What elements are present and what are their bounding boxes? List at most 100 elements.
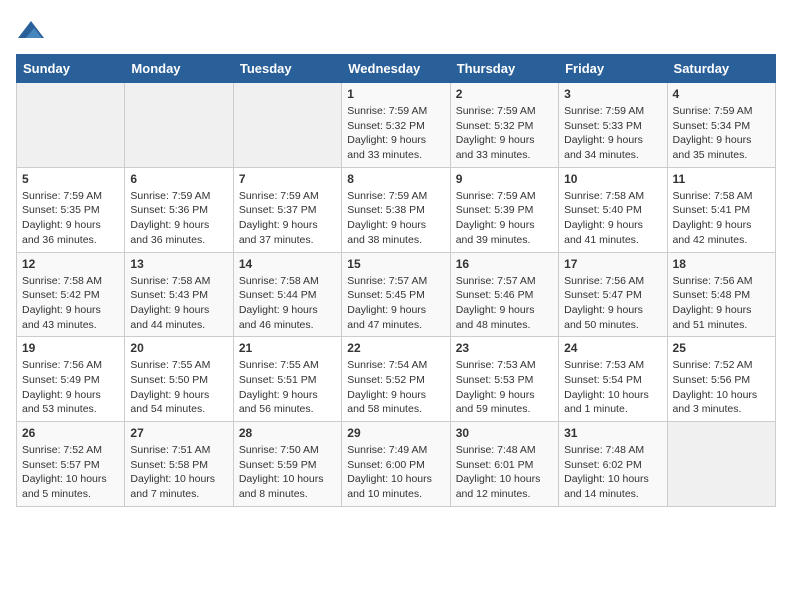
day-number: 24 bbox=[564, 341, 661, 355]
day-number: 23 bbox=[456, 341, 553, 355]
day-info: Sunrise: 7:59 AM Sunset: 5:32 PM Dayligh… bbox=[347, 104, 444, 163]
day-number: 9 bbox=[456, 172, 553, 186]
day-number: 22 bbox=[347, 341, 444, 355]
day-info: Sunrise: 7:56 AM Sunset: 5:49 PM Dayligh… bbox=[22, 358, 119, 417]
calendar-cell: 3Sunrise: 7:59 AM Sunset: 5:33 PM Daylig… bbox=[559, 83, 667, 168]
day-info: Sunrise: 7:59 AM Sunset: 5:32 PM Dayligh… bbox=[456, 104, 553, 163]
calendar-cell: 9 Sunrise: 7:59 AM Sunset: 5:39 PM Daylig… bbox=[450, 167, 558, 252]
day-number: 14 bbox=[239, 257, 336, 271]
calendar-cell bbox=[17, 83, 125, 168]
day-info: Sunrise: 7:59 AM Sunset: 5:37 PM Dayligh… bbox=[239, 189, 336, 248]
day-info: Sunrise: 7:57 AM Sunset: 5:46 PM Dayligh… bbox=[456, 274, 553, 333]
calendar-cell: 27Sunrise: 7:51 AM Sunset: 5:58 PM Dayli… bbox=[125, 422, 233, 507]
day-number: 29 bbox=[347, 426, 444, 440]
calendar-cell: 6 Sunrise: 7:59 AM Sunset: 5:36 PM Daylig… bbox=[125, 167, 233, 252]
calendar-cell: 4Sunrise: 7:59 AM Sunset: 5:34 PM Daylig… bbox=[667, 83, 775, 168]
weekday-header-wednesday: Wednesday bbox=[342, 55, 450, 83]
calendar-cell: 10 Sunrise: 7:58 AM Sunset: 5:40 PM Dayli… bbox=[559, 167, 667, 252]
calendar-cell: 13Sunrise: 7:58 AM Sunset: 5:43 PM Dayli… bbox=[125, 252, 233, 337]
day-number: 19 bbox=[22, 341, 119, 355]
day-number: 2 bbox=[456, 87, 553, 101]
weekday-header-friday: Friday bbox=[559, 55, 667, 83]
day-info: Sunrise: 7:59 AM Sunset: 5:35 PM Dayligh… bbox=[22, 189, 119, 248]
calendar-cell: 19 Sunrise: 7:56 AM Sunset: 5:49 PM Dayli… bbox=[17, 337, 125, 422]
day-info: Sunrise: 7:59 AM Sunset: 5:38 PM Dayligh… bbox=[347, 189, 444, 248]
calendar-cell: 18Sunrise: 7:56 AM Sunset: 5:48 PM Dayli… bbox=[667, 252, 775, 337]
day-info: Sunrise: 7:59 AM Sunset: 5:34 PM Dayligh… bbox=[673, 104, 770, 163]
day-number: 28 bbox=[239, 426, 336, 440]
day-number: 15 bbox=[347, 257, 444, 271]
page-header bbox=[16, 16, 776, 46]
weekday-header-monday: Monday bbox=[125, 55, 233, 83]
calendar-week-3: 12 Sunrise: 7:58 AM Sunset: 5:42 PM Dayli… bbox=[17, 252, 776, 337]
day-info: Sunrise: 7:54 AM Sunset: 5:52 PM Dayligh… bbox=[347, 358, 444, 417]
calendar-cell: 25 Sunrise: 7:52 AM Sunset: 5:56 PM Dayli… bbox=[667, 337, 775, 422]
calendar-cell: 26 Sunrise: 7:52 AM Sunset: 5:57 PM Dayli… bbox=[17, 422, 125, 507]
weekday-header-row: SundayMondayTuesdayWednesdayThursdayFrid… bbox=[17, 55, 776, 83]
calendar-table: SundayMondayTuesdayWednesdayThursdayFrid… bbox=[16, 54, 776, 507]
calendar-cell bbox=[233, 83, 341, 168]
calendar-week-4: 19 Sunrise: 7:56 AM Sunset: 5:49 PM Dayli… bbox=[17, 337, 776, 422]
logo bbox=[16, 16, 50, 46]
calendar-cell: 14 Sunrise: 7:58 AM Sunset: 5:44 PM Dayli… bbox=[233, 252, 341, 337]
calendar-week-2: 5Sunrise: 7:59 AM Sunset: 5:35 PM Daylig… bbox=[17, 167, 776, 252]
calendar-cell: 22 Sunrise: 7:54 AM Sunset: 5:52 PM Dayli… bbox=[342, 337, 450, 422]
day-info: Sunrise: 7:59 AM Sunset: 5:36 PM Dayligh… bbox=[130, 189, 227, 248]
day-info: Sunrise: 7:50 AM Sunset: 5:59 PM Dayligh… bbox=[239, 443, 336, 502]
calendar-cell: 20Sunrise: 7:55 AM Sunset: 5:50 PM Dayli… bbox=[125, 337, 233, 422]
calendar-cell: 24 Sunrise: 7:53 AM Sunset: 5:54 PM Dayli… bbox=[559, 337, 667, 422]
weekday-header-tuesday: Tuesday bbox=[233, 55, 341, 83]
day-info: Sunrise: 7:59 AM Sunset: 5:39 PM Dayligh… bbox=[456, 189, 553, 248]
day-number: 25 bbox=[673, 341, 770, 355]
day-info: Sunrise: 7:56 AM Sunset: 5:47 PM Dayligh… bbox=[564, 274, 661, 333]
day-info: Sunrise: 7:58 AM Sunset: 5:44 PM Dayligh… bbox=[239, 274, 336, 333]
weekday-header-saturday: Saturday bbox=[667, 55, 775, 83]
day-info: Sunrise: 7:58 AM Sunset: 5:41 PM Dayligh… bbox=[673, 189, 770, 248]
calendar-cell: 15 Sunrise: 7:57 AM Sunset: 5:45 PM Dayli… bbox=[342, 252, 450, 337]
day-number: 31 bbox=[564, 426, 661, 440]
day-number: 6 bbox=[130, 172, 227, 186]
calendar-week-5: 26 Sunrise: 7:52 AM Sunset: 5:57 PM Dayli… bbox=[17, 422, 776, 507]
calendar-cell bbox=[125, 83, 233, 168]
calendar-cell: 23 Sunrise: 7:53 AM Sunset: 5:53 PM Dayli… bbox=[450, 337, 558, 422]
day-number: 11 bbox=[673, 172, 770, 186]
day-number: 1 bbox=[347, 87, 444, 101]
day-info: Sunrise: 7:53 AM Sunset: 5:54 PM Dayligh… bbox=[564, 358, 661, 417]
calendar-cell: 11 Sunrise: 7:58 AM Sunset: 5:41 PM Dayli… bbox=[667, 167, 775, 252]
calendar-cell: 12 Sunrise: 7:58 AM Sunset: 5:42 PM Dayli… bbox=[17, 252, 125, 337]
day-number: 30 bbox=[456, 426, 553, 440]
day-number: 3 bbox=[564, 87, 661, 101]
day-info: Sunrise: 7:48 AM Sunset: 6:02 PM Dayligh… bbox=[564, 443, 661, 502]
day-info: Sunrise: 7:58 AM Sunset: 5:42 PM Dayligh… bbox=[22, 274, 119, 333]
calendar-cell: 2 Sunrise: 7:59 AM Sunset: 5:32 PM Daylig… bbox=[450, 83, 558, 168]
calendar-cell: 5Sunrise: 7:59 AM Sunset: 5:35 PM Daylig… bbox=[17, 167, 125, 252]
calendar-cell: 7Sunrise: 7:59 AM Sunset: 5:37 PM Daylig… bbox=[233, 167, 341, 252]
calendar-cell: 1 Sunrise: 7:59 AM Sunset: 5:32 PM Daylig… bbox=[342, 83, 450, 168]
day-info: Sunrise: 7:49 AM Sunset: 6:00 PM Dayligh… bbox=[347, 443, 444, 502]
calendar-cell: 8 Sunrise: 7:59 AM Sunset: 5:38 PM Daylig… bbox=[342, 167, 450, 252]
day-info: Sunrise: 7:58 AM Sunset: 5:40 PM Dayligh… bbox=[564, 189, 661, 248]
calendar-cell: 29 Sunrise: 7:49 AM Sunset: 6:00 PM Dayli… bbox=[342, 422, 450, 507]
day-number: 17 bbox=[564, 257, 661, 271]
day-number: 20 bbox=[130, 341, 227, 355]
logo-icon bbox=[16, 16, 46, 46]
day-info: Sunrise: 7:48 AM Sunset: 6:01 PM Dayligh… bbox=[456, 443, 553, 502]
day-info: Sunrise: 7:57 AM Sunset: 5:45 PM Dayligh… bbox=[347, 274, 444, 333]
calendar-cell: 30 Sunrise: 7:48 AM Sunset: 6:01 PM Dayli… bbox=[450, 422, 558, 507]
day-number: 21 bbox=[239, 341, 336, 355]
calendar-cell: 31 Sunrise: 7:48 AM Sunset: 6:02 PM Dayli… bbox=[559, 422, 667, 507]
day-number: 8 bbox=[347, 172, 444, 186]
calendar-cell bbox=[667, 422, 775, 507]
calendar-cell: 17 Sunrise: 7:56 AM Sunset: 5:47 PM Dayli… bbox=[559, 252, 667, 337]
calendar-cell: 16 Sunrise: 7:57 AM Sunset: 5:46 PM Dayli… bbox=[450, 252, 558, 337]
day-info: Sunrise: 7:52 AM Sunset: 5:57 PM Dayligh… bbox=[22, 443, 119, 502]
day-number: 16 bbox=[456, 257, 553, 271]
day-number: 26 bbox=[22, 426, 119, 440]
day-info: Sunrise: 7:58 AM Sunset: 5:43 PM Dayligh… bbox=[130, 274, 227, 333]
day-number: 12 bbox=[22, 257, 119, 271]
calendar-cell: 28 Sunrise: 7:50 AM Sunset: 5:59 PM Dayli… bbox=[233, 422, 341, 507]
day-info: Sunrise: 7:52 AM Sunset: 5:56 PM Dayligh… bbox=[673, 358, 770, 417]
day-info: Sunrise: 7:53 AM Sunset: 5:53 PM Dayligh… bbox=[456, 358, 553, 417]
day-number: 10 bbox=[564, 172, 661, 186]
day-info: Sunrise: 7:56 AM Sunset: 5:48 PM Dayligh… bbox=[673, 274, 770, 333]
